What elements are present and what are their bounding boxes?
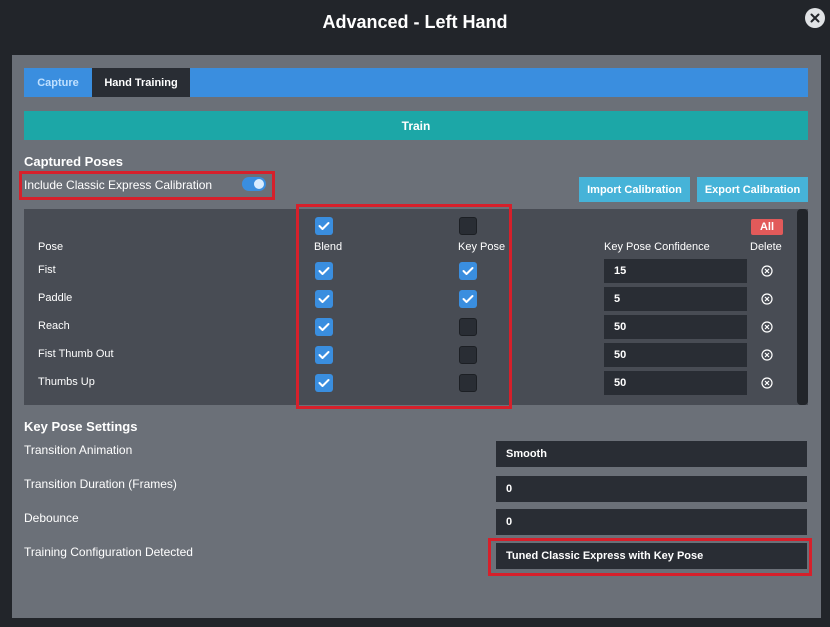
training-config-label: Training Configuration Detected (24, 545, 193, 559)
close-icon (810, 13, 820, 23)
tab-bar: Capture Hand Training (24, 68, 808, 97)
pose-name: Fist (38, 264, 56, 276)
pose-name: Thumbs Up (38, 376, 95, 388)
highlight-training-config (488, 538, 812, 576)
delete-all-button[interactable]: All (751, 219, 783, 235)
transition-animation-label: Transition Animation (24, 443, 133, 457)
debounce-input[interactable]: 0 (496, 509, 807, 535)
highlight-checkbox-columns (296, 204, 512, 409)
pose-name: Reach (38, 320, 70, 332)
transition-duration-label: Transition Duration (Frames) (24, 477, 177, 491)
delete-icon[interactable] (761, 377, 773, 389)
confidence-input[interactable]: 15 (604, 259, 747, 283)
pose-name: Paddle (38, 292, 73, 304)
highlight-include-calibration (19, 171, 275, 200)
delete-icon[interactable] (761, 293, 773, 305)
train-button[interactable]: Train (24, 111, 808, 140)
header-confidence: Key Pose Confidence (604, 241, 710, 253)
confidence-input[interactable]: 50 (604, 343, 747, 367)
header-pose: Pose (38, 241, 64, 253)
confidence-input[interactable]: 50 (604, 315, 747, 339)
import-calibration-button[interactable]: Import Calibration (579, 177, 690, 202)
export-calibration-button[interactable]: Export Calibration (697, 177, 808, 202)
table-scrollbar[interactable] (797, 209, 808, 405)
captured-poses-heading: Captured Poses (24, 154, 123, 169)
window-title: Advanced - Left Hand (322, 12, 508, 32)
tab-capture[interactable]: Capture (24, 68, 92, 97)
delete-icon[interactable] (761, 265, 773, 277)
transition-duration-input[interactable]: 0 (496, 476, 807, 502)
title-bar: Advanced - Left Hand (0, 0, 830, 46)
delete-icon[interactable] (761, 321, 773, 333)
tab-hand-training[interactable]: Hand Training (92, 68, 190, 97)
delete-icon[interactable] (761, 349, 773, 361)
key-pose-settings-heading: Key Pose Settings (24, 419, 138, 434)
close-button[interactable] (805, 8, 825, 28)
debounce-label: Debounce (24, 511, 79, 525)
header-delete: Delete (750, 241, 782, 253)
confidence-input[interactable]: 50 (604, 371, 747, 395)
pose-name: Fist Thumb Out (38, 348, 114, 360)
transition-animation-select[interactable]: Smooth (496, 441, 807, 467)
confidence-input[interactable]: 5 (604, 287, 747, 311)
